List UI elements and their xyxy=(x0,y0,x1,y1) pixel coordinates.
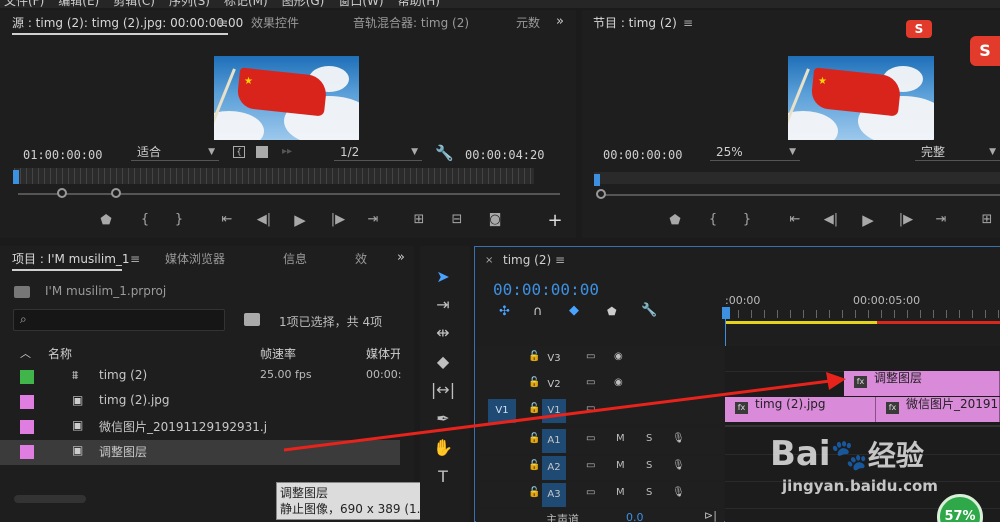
watermark-brand: Bai xyxy=(770,434,831,474)
watermark-url: jingyan.baidu.com xyxy=(782,477,938,495)
baidu-watermark: Bai🐾经验 xyxy=(770,434,924,474)
paw-icon: 🐾 xyxy=(830,438,868,473)
watermark-brand-cn: 经验 xyxy=(867,439,924,472)
